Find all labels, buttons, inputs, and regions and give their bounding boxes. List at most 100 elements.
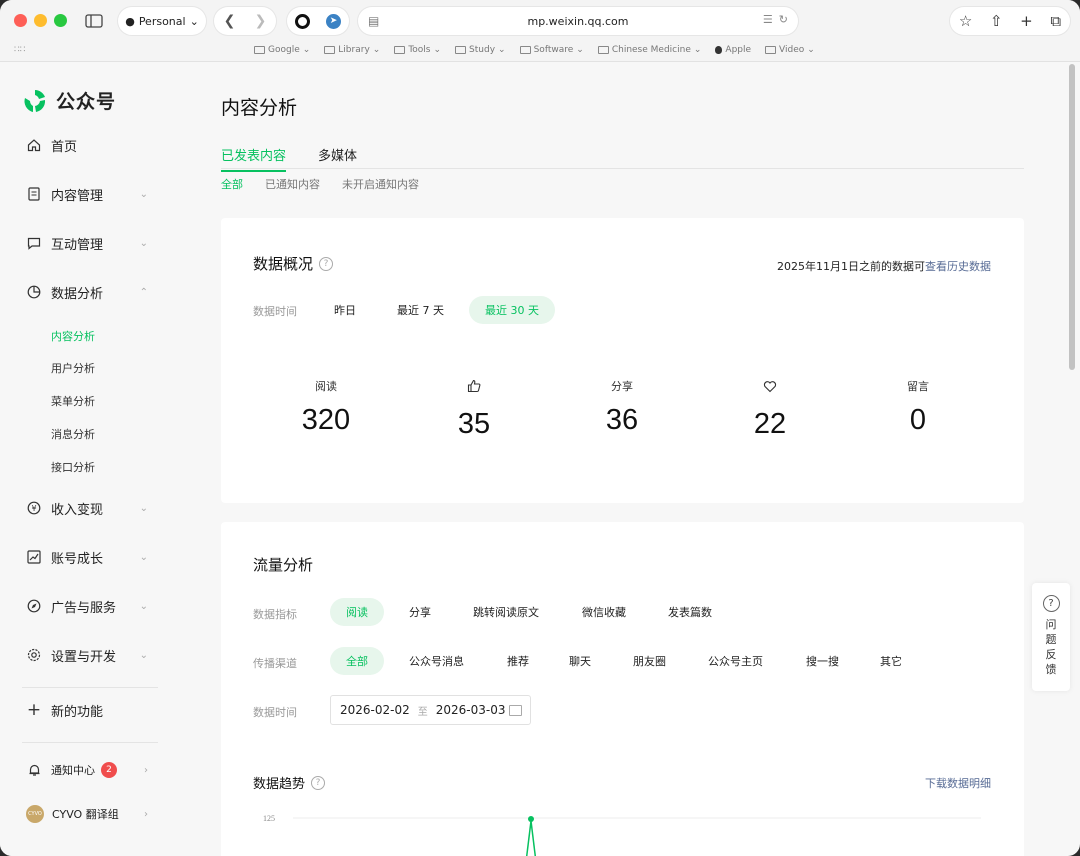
translate-icon[interactable]: ☰ (763, 13, 773, 26)
tab-published[interactable]: 已发表内容 (221, 145, 287, 172)
time-option-7days[interactable]: 最近 7 天 (381, 296, 460, 324)
sidebar-item-interaction[interactable]: 互动管理 ⌄ (26, 232, 156, 254)
data-point[interactable] (528, 816, 534, 822)
account-menu[interactable]: CYVO CYVO 翻译组 › (26, 803, 156, 825)
channel-option-homepage[interactable]: 公众号主页 (692, 647, 779, 675)
date-range-picker[interactable]: 2026-02-02 至 2026-03-03 (330, 695, 531, 725)
brand[interactable]: 公众号 (22, 87, 116, 114)
sidebar-item-content[interactable]: 内容管理 ⌄ (26, 183, 156, 205)
sidebar-item-new-features[interactable]: + 新的功能 (26, 699, 156, 721)
grid-icon[interactable]: ∷∷ (14, 45, 26, 55)
chevron-down-icon: ⌄ (139, 502, 148, 514)
channel-option-recommend[interactable]: 推荐 (491, 647, 545, 675)
brand-name: 公众号 (56, 91, 117, 113)
metric-value: 35 (457, 408, 491, 440)
metric-option-favorites[interactable]: 微信收藏 (566, 598, 642, 626)
scrollbar-thumb[interactable] (1069, 64, 1075, 370)
share-icon[interactable]: ⇧ (990, 12, 1003, 30)
extension-target-icon[interactable] (295, 13, 310, 29)
sidebar-item-ads[interactable]: 广告与服务 ⌄ (26, 595, 156, 617)
reload-icon[interactable]: ↻ (779, 13, 788, 26)
metric-option-read-original[interactable]: 跳转阅读原文 (457, 598, 555, 626)
address-bar[interactable]: ▤ mp.weixin.qq.com ☰ ↻ (358, 7, 798, 35)
sidebar-subitem-message-analysis[interactable]: 消息分析 (51, 426, 95, 442)
metric-option-shares[interactable]: 分享 (393, 598, 447, 626)
metric-option-post-count[interactable]: 发表篇数 (652, 598, 728, 626)
bookmark-video[interactable]: Video ⌄ (765, 45, 815, 55)
overview-title: 数据概况 (253, 255, 314, 273)
download-details-link[interactable]: 下载数据明细 (925, 775, 991, 791)
channel-option-chat[interactable]: 聊天 (553, 647, 607, 675)
metric-filter-label: 数据指标 (253, 608, 297, 621)
bookmark-google[interactable]: Google ⌄ (254, 45, 310, 55)
traffic-title: 流量分析 (253, 556, 314, 574)
notification-center[interactable]: 通知中心 2 › (26, 759, 156, 781)
channel-option-messages[interactable]: 公众号消息 (393, 647, 480, 675)
channel-option-other[interactable]: 其它 (864, 647, 918, 675)
time-option-yesterday[interactable]: 昨日 (318, 296, 372, 324)
minimize-window-button[interactable] (34, 14, 47, 27)
bookmark-library[interactable]: Library ⌄ (324, 45, 380, 55)
chat-icon (26, 235, 42, 251)
sidebar-item-monetization[interactable]: ¥ 收入变现 ⌄ (26, 497, 156, 519)
new-tab-icon[interactable]: + (1020, 12, 1033, 30)
series-line (530, 820, 537, 856)
help-icon[interactable]: ? (311, 775, 326, 790)
sidebar-item-growth[interactable]: 账号成长 ⌄ (26, 546, 156, 568)
chevron-down-icon: ⌄ (139, 188, 148, 200)
tab-media[interactable]: 多媒体 (318, 145, 357, 170)
close-window-button[interactable] (14, 14, 27, 27)
history-data-link[interactable]: 查看历史数据 (925, 260, 991, 273)
channel-option-moments[interactable]: 朋友圈 (617, 647, 682, 675)
chevron-down-icon: ⌄ (139, 551, 148, 563)
sidebar-subitem-user-analysis[interactable]: 用户分析 (51, 360, 95, 376)
sidebar-toggle-icon[interactable] (84, 11, 104, 31)
document-icon (26, 186, 42, 202)
home-icon (26, 137, 42, 153)
help-icon[interactable]: ? (319, 256, 334, 271)
window-controls (14, 14, 67, 27)
feedback-button[interactable]: ? 问题反馈 (1032, 583, 1070, 691)
channel-option-all[interactable]: 全部 (330, 647, 384, 675)
metric-value: 0 (909, 404, 927, 436)
extensions: ➤ (287, 7, 349, 35)
main-content: 内容分析 已发表内容 多媒体 全部 已通知内容 未开启通知内容 数据概况 ? 2… (176, 63, 1066, 856)
sidebar-subitem-menu-analysis[interactable]: 菜单分析 (51, 393, 95, 409)
traffic-card: 流量分析 数据指标 阅读 分享 跳转阅读原文 微信收藏 发表篇数 传播渠道 全部… (221, 522, 1024, 856)
chevron-down-icon: ⌄ (189, 14, 199, 28)
metric-label: 分享 (611, 380, 633, 393)
sidebar-subitem-content-analysis[interactable]: 内容分析 (51, 328, 95, 344)
folder-icon (254, 46, 265, 54)
maximize-window-button[interactable] (54, 14, 67, 27)
metric-value: 320 (301, 404, 351, 436)
subtab-not-notified[interactable]: 未开启通知内容 (342, 176, 419, 192)
tab-overview-icon[interactable]: ⧉ (1050, 12, 1061, 30)
date-separator: 至 (417, 706, 428, 718)
sidebar-item-analytics[interactable]: 数据分析 ⌃ (26, 281, 156, 303)
time-option-30days[interactable]: 最近 30 天 (469, 296, 555, 324)
y-tick-label: 125 (263, 814, 275, 823)
metric-option-reads[interactable]: 阅读 (330, 598, 384, 626)
scrollbar[interactable] (1068, 62, 1077, 856)
channel-option-search[interactable]: 搜一搜 (790, 647, 855, 675)
bookmark-apple[interactable]: Apple (715, 45, 751, 55)
forward-icon[interactable]: ❯ (255, 13, 267, 29)
sidebar-item-settings[interactable]: 设置与开发 ⌄ (26, 644, 156, 666)
bookmark-chinese-medicine[interactable]: Chinese Medicine ⌄ (597, 45, 701, 55)
reader-icon[interactable]: ▤ (368, 14, 379, 28)
subtab-notified[interactable]: 已通知内容 (265, 176, 320, 192)
profile-button[interactable]: ● Personal ⌄ (118, 7, 206, 35)
bookmark-study[interactable]: Study ⌄ (455, 45, 506, 55)
date-filter-label: 数据时间 (253, 706, 297, 719)
sidebar-item-home[interactable]: 首页 (26, 134, 156, 156)
subtab-all[interactable]: 全部 (221, 176, 243, 192)
bookmark-software[interactable]: Software ⌄ (519, 45, 584, 55)
plus-icon: + (26, 700, 42, 720)
bookmark-tools[interactable]: Tools ⌄ (394, 45, 441, 55)
sidebar-subitem-api-analysis[interactable]: 接口分析 (51, 459, 95, 475)
metric-reads: 阅读 320 (251, 378, 401, 437)
trend-title-row: 数据趋势 ? (253, 773, 326, 792)
extension-compass-icon[interactable]: ➤ (326, 13, 341, 29)
bookmark-star-icon[interactable]: ☆ (959, 12, 972, 30)
back-icon[interactable]: ❮ (224, 13, 236, 29)
